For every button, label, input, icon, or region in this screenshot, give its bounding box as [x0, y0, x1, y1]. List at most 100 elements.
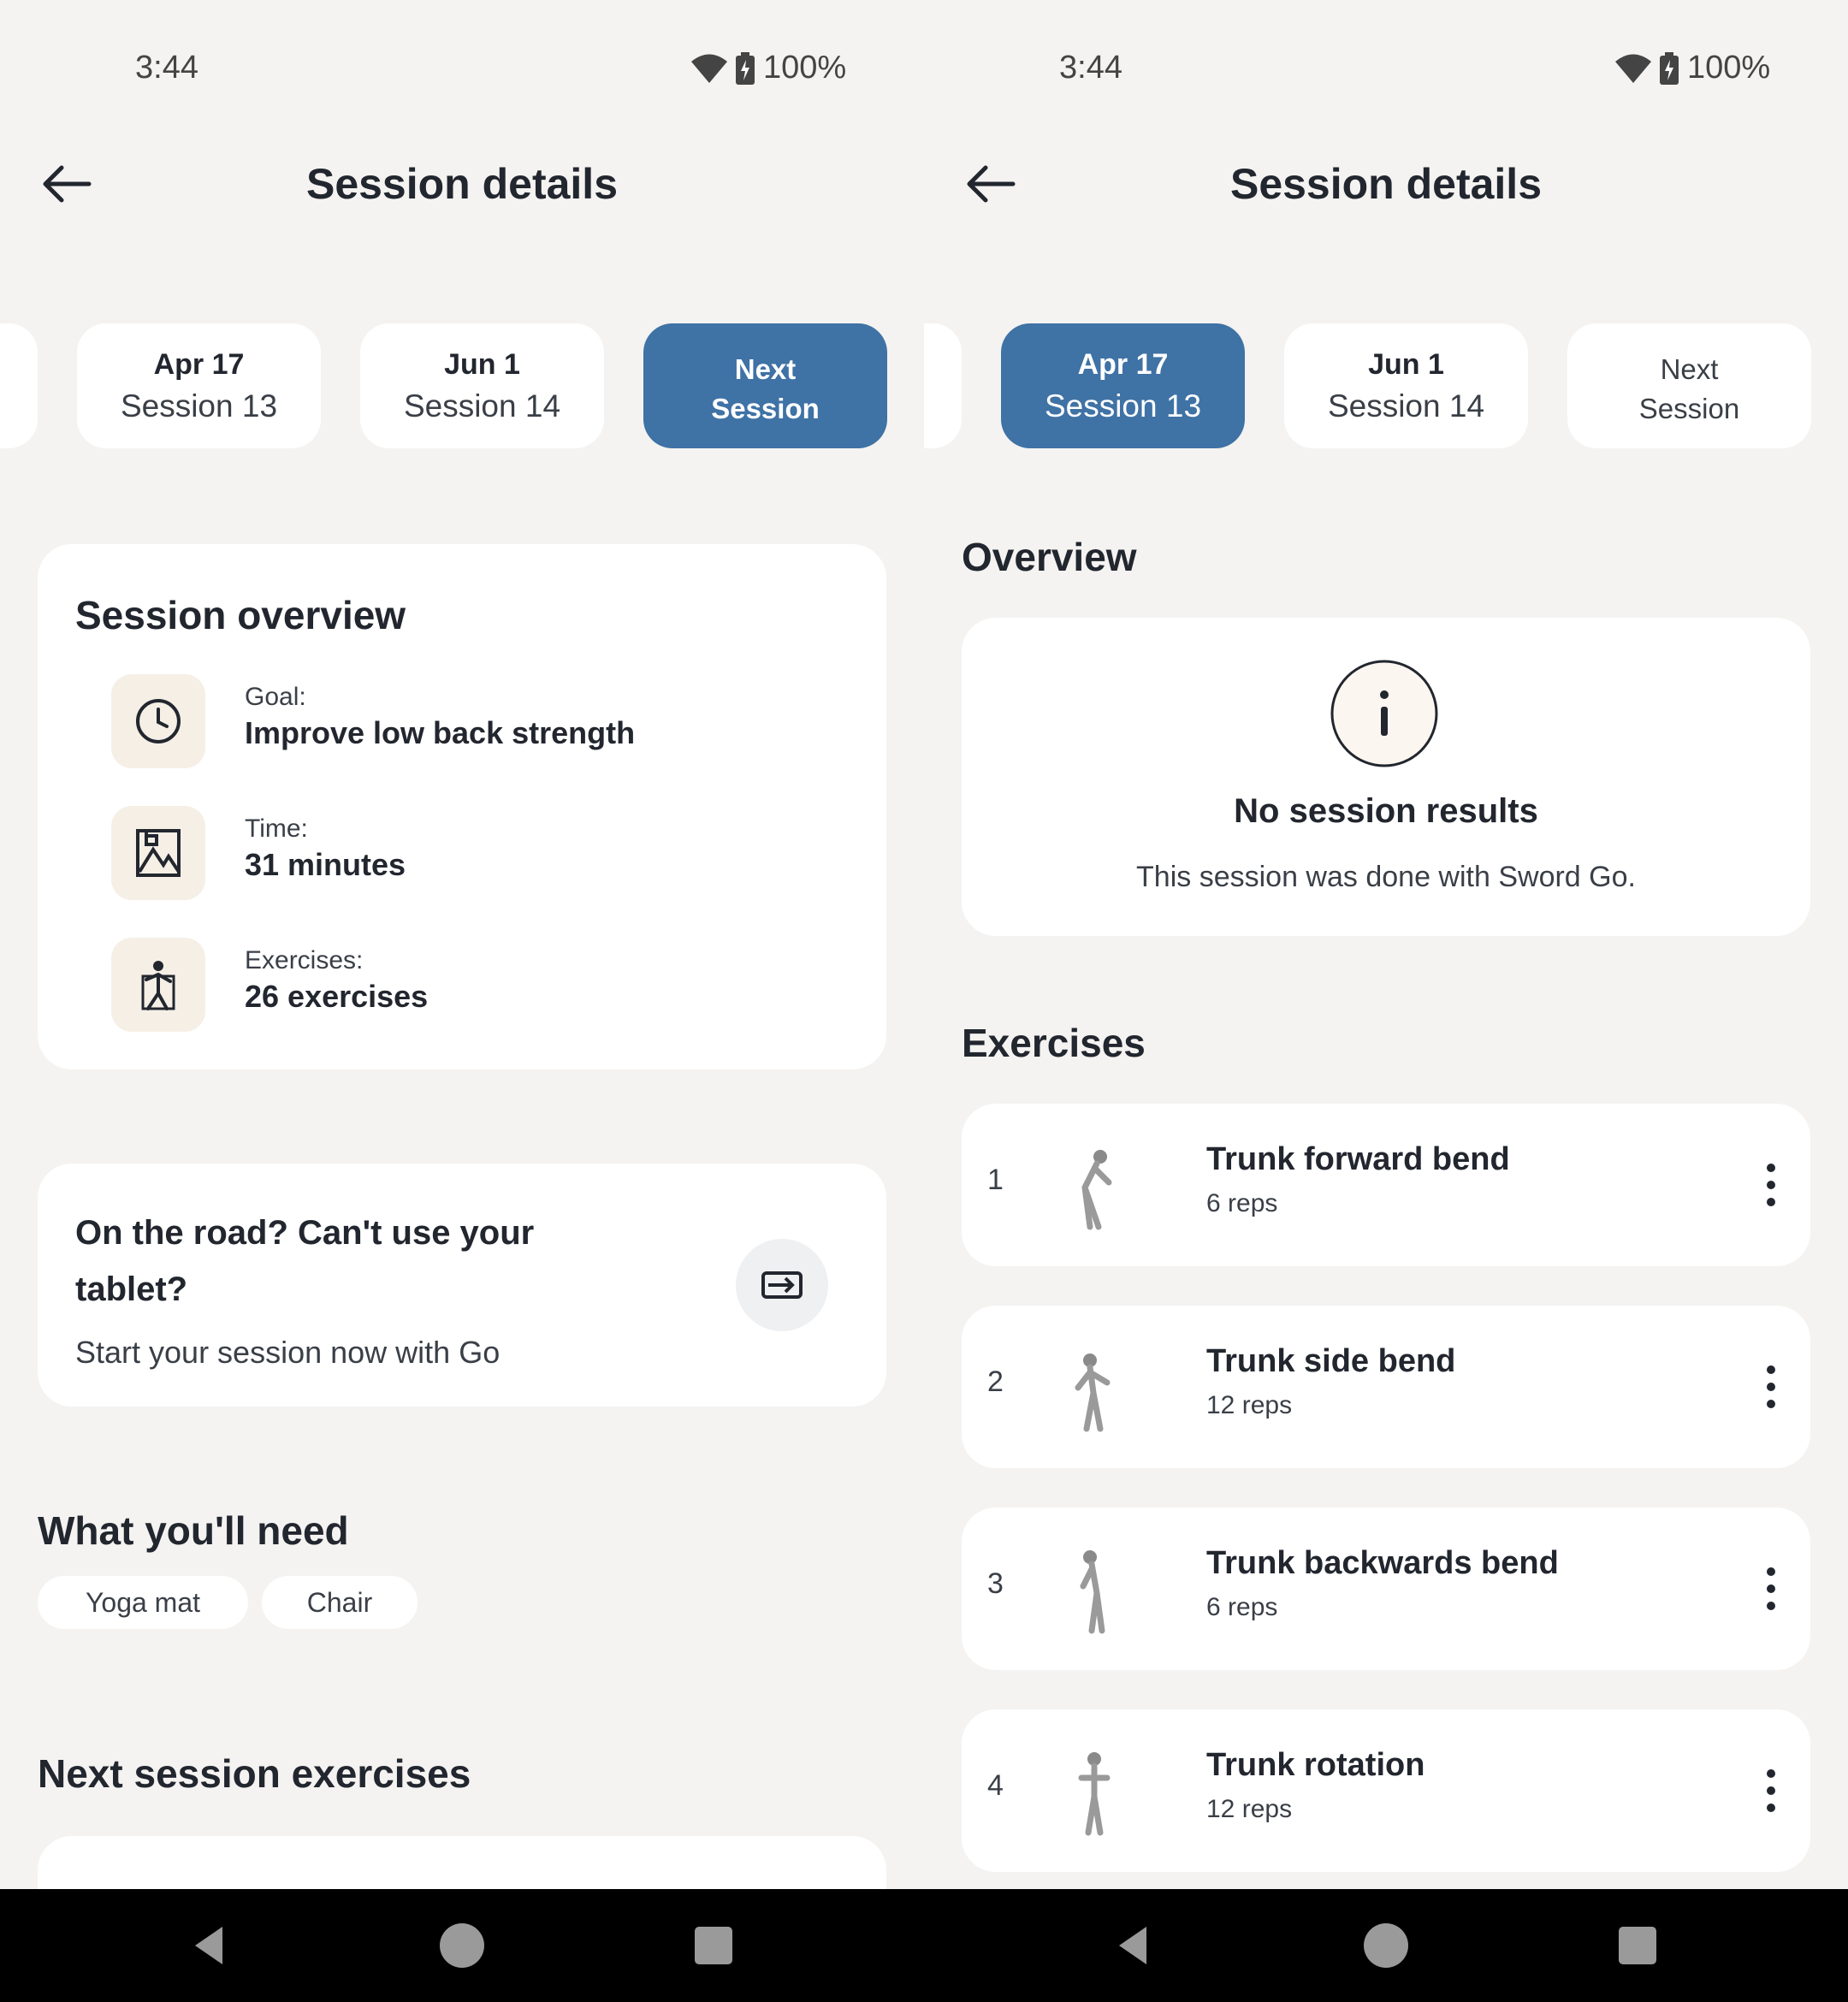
no-results-title: No session results — [1234, 792, 1538, 830]
exercise-thumbnail — [1081, 1150, 1112, 1230]
wifi-icon — [1615, 54, 1651, 83]
exercise-reps: 12 reps — [1206, 1795, 1293, 1823]
goal-value: Improve low back strength — [245, 715, 636, 750]
page-title: Session details — [1229, 160, 1543, 208]
next-exercise-card[interactable] — [38, 1836, 886, 1889]
session-chip-next[interactable]: Next Session — [643, 323, 887, 448]
time-label: Time: — [245, 814, 308, 843]
overview-title: Overview — [962, 535, 1137, 579]
exercise-reps: 12 reps — [1206, 1391, 1293, 1419]
session-chip-apr17[interactable]: Apr 17 Session 13 — [1001, 323, 1245, 448]
no-results-subtitle: This session was done with Sword Go. — [1136, 861, 1636, 893]
session-chip-jun1[interactable]: Jun 1 Session 14 — [1284, 323, 1528, 448]
needs-title: What you'll need — [38, 1508, 349, 1553]
status-time: 3:44 — [135, 50, 198, 86]
session-chip-jun1[interactable]: Jun 1 Session 14 — [360, 323, 604, 448]
promo-title: On the road? Can't use your tablet? — [75, 1205, 534, 1318]
more-options-icon[interactable] — [1766, 1769, 1776, 1812]
page-title: Session details — [305, 160, 619, 208]
exercises-value: 26 exercises — [245, 979, 429, 1014]
chip-session: Session 13 — [1044, 388, 1202, 424]
nav-back-icon[interactable] — [185, 1920, 236, 1971]
need-item-chair: Chair — [262, 1576, 418, 1629]
more-options-icon[interactable] — [1766, 1365, 1776, 1408]
promo-title-line1: On the road? Can't use your — [75, 1214, 535, 1252]
chip-line2: Session — [1638, 393, 1740, 424]
nav-recents-icon[interactable] — [1612, 1920, 1663, 1971]
exercise-card[interactable]: 1 Trunk forward bend 6 reps — [962, 1104, 1810, 1266]
chip-session: Session 14 — [1327, 388, 1485, 424]
exercise-reps: 6 reps — [1206, 1189, 1278, 1217]
go-button[interactable] — [736, 1239, 828, 1331]
exercises-label: Exercises: — [245, 946, 364, 974]
session-chip-previous[interactable] — [924, 323, 962, 448]
promo-subtitle: Start your session now with Go — [75, 1335, 500, 1370]
exercise-thumbnail — [1078, 1752, 1111, 1836]
exercise-name: Trunk forward bend — [1206, 1141, 1510, 1177]
nav-home-icon[interactable] — [436, 1920, 488, 1971]
battery-icon — [736, 51, 755, 85]
no-results-card: No session results This session was done… — [962, 618, 1810, 936]
session-chip-next[interactable]: Next Session — [1567, 323, 1811, 448]
goal-label: Goal: — [245, 683, 306, 711]
status-bar: 3:44 100% — [0, 0, 924, 128]
battery-percent: 100% — [763, 50, 847, 86]
exercise-card[interactable]: 4 Trunk rotation 12 reps — [962, 1709, 1810, 1872]
session-overview-title: Session overview — [75, 593, 406, 637]
next-exercises-title: Next session exercises — [38, 1751, 471, 1796]
exercise-number: 2 — [987, 1365, 1004, 1398]
chip-date: Jun 1 — [1368, 347, 1444, 381]
hourglass-icon — [111, 806, 205, 900]
phone-arrow-icon — [761, 1271, 803, 1299]
chip-session: Session 13 — [120, 388, 278, 424]
promo-title-line2: tablet? — [75, 1270, 188, 1308]
chip-line1: Next — [1660, 353, 1719, 385]
app-bar: Session details — [924, 145, 1848, 222]
chip-line2: Session — [711, 393, 820, 424]
status-time: 3:44 — [1059, 50, 1122, 86]
session-chip-previous[interactable] — [0, 323, 38, 448]
battery-percent: 100% — [1687, 50, 1771, 86]
session-chips: Apr 17 Session 13 Jun 1 Session 14 Next … — [0, 323, 924, 452]
exercise-name: Trunk backwards bend — [1206, 1545, 1559, 1581]
exercise-person-icon — [111, 938, 205, 1032]
session-chip-apr17[interactable]: Apr 17 Session 13 — [77, 323, 321, 448]
more-options-icon[interactable] — [1766, 1567, 1776, 1610]
session-chips: Apr 17 Session 13 Jun 1 Session 14 Next … — [924, 323, 1848, 452]
time-value: 31 minutes — [245, 847, 406, 882]
chip-date: Jun 1 — [444, 347, 520, 381]
screen-right: 3:44 100% Session details Apr 17 Session… — [924, 0, 1848, 1889]
status-indicators: 100% — [691, 50, 846, 86]
battery-icon — [1660, 51, 1679, 85]
exercise-card[interactable]: 3 Trunk backwards bend 6 reps — [962, 1507, 1810, 1670]
exercises-title: Exercises — [962, 1021, 1146, 1065]
need-item-yoga-mat: Yoga mat — [38, 1576, 248, 1629]
exercise-reps: 6 reps — [1206, 1593, 1278, 1621]
screen-left: 3:44 100% Session details Apr 17 Session… — [0, 0, 924, 1889]
more-options-icon[interactable] — [1766, 1164, 1776, 1206]
exercise-number: 3 — [987, 1567, 1004, 1600]
nav-back-icon[interactable] — [1109, 1920, 1160, 1971]
status-indicators: 100% — [1615, 50, 1770, 86]
system-nav-bar — [0, 1889, 1848, 2002]
chip-date: Apr 17 — [153, 347, 245, 381]
chip-session: Session 14 — [403, 388, 561, 424]
wifi-icon — [691, 54, 727, 83]
exercise-number: 4 — [987, 1769, 1004, 1802]
session-overview-card: Session overview Goal: Improve low back … — [38, 544, 886, 1069]
chip-line1: Next — [734, 353, 797, 385]
chip-date: Apr 17 — [1077, 347, 1169, 381]
exercise-thumbnail — [1075, 1353, 1111, 1432]
go-promo-card[interactable]: On the road? Can't use your tablet? Star… — [38, 1164, 886, 1407]
exercise-thumbnail — [1080, 1550, 1105, 1634]
nav-home-icon[interactable] — [1360, 1920, 1412, 1971]
exercise-card[interactable]: 2 Trunk side bend 12 reps — [962, 1306, 1810, 1468]
exercise-number: 1 — [987, 1164, 1004, 1196]
app-bar: Session details — [0, 145, 924, 222]
exercise-name: Trunk side bend — [1206, 1343, 1456, 1379]
info-icon — [1330, 660, 1438, 767]
exercise-name: Trunk rotation — [1206, 1747, 1425, 1783]
nav-recents-icon[interactable] — [688, 1920, 739, 1971]
status-bar: 3:44 100% — [924, 0, 1848, 128]
clock-icon — [111, 674, 205, 768]
